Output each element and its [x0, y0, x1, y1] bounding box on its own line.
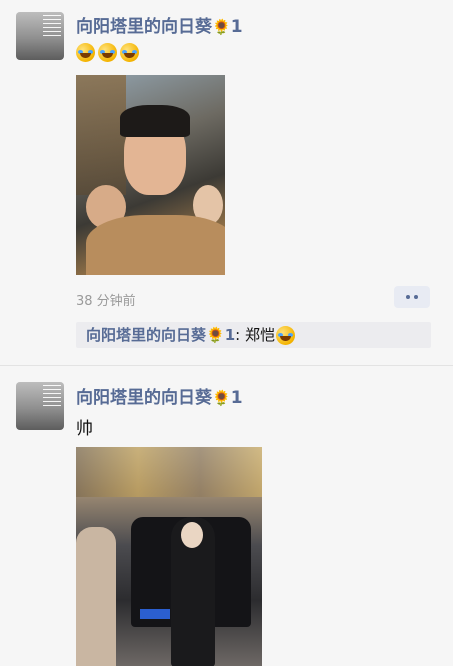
avatar[interactable] — [16, 382, 64, 430]
post-photo[interactable] — [76, 75, 225, 275]
post-timestamp: 38 分钟前 — [76, 294, 136, 309]
post-username[interactable]: 向阳塔里的向日葵🌻1 — [76, 383, 243, 408]
laughing-crying-emoji — [275, 326, 295, 345]
username-text[interactable]: 向阳塔里的向日葵 — [76, 388, 212, 408]
sunflower-icon: 🌻 — [212, 18, 231, 36]
laughing-crying-emoji — [120, 42, 139, 62]
comment-separator: : — [235, 326, 245, 344]
post-photo[interactable] — [76, 447, 262, 666]
more-dots-icon[interactable] — [394, 286, 430, 308]
comment-author[interactable]: 向阳塔里的向日葵 — [86, 326, 206, 344]
comment-text: 郑恺 — [244, 326, 275, 344]
comment-box[interactable]: 向阳塔里的向日葵🌻1: 郑恺 — [76, 322, 431, 348]
sunflower-icon: 🌻 — [212, 389, 231, 407]
divider — [0, 365, 453, 366]
username-suffix: 1 — [230, 388, 243, 408]
post-username[interactable]: 向阳塔里的向日葵🌻1 — [76, 12, 243, 37]
post-content: 帅 — [76, 419, 93, 439]
laughing-crying-emoji — [98, 42, 117, 62]
post-content — [76, 42, 142, 62]
avatar[interactable] — [16, 12, 64, 60]
username-suffix: 1 — [230, 17, 243, 37]
laughing-crying-emoji — [76, 42, 95, 62]
username-text[interactable]: 向阳塔里的向日葵 — [76, 17, 212, 37]
sunflower-icon: 🌻 — [206, 326, 225, 344]
comment-author-suffix: 1 — [224, 326, 236, 344]
